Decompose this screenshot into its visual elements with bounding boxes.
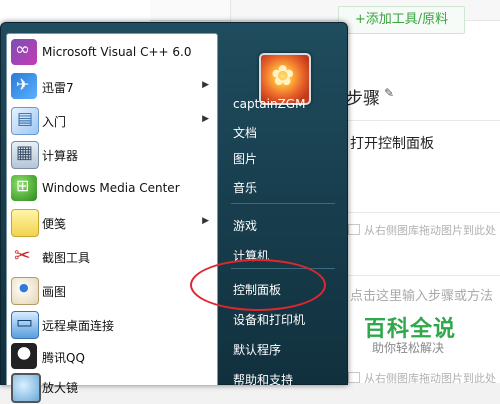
step-input-hint[interactable]: 点击这里输入步骤或方法 (350, 285, 493, 304)
right-item-help-support[interactable]: 帮助和支持 (225, 365, 339, 391)
image-drop-hint[interactable]: 从右侧图库拖动图片到此处 (348, 370, 496, 386)
editor-tab[interactable] (150, 0, 230, 21)
program-label: 远程桌面连接 (42, 319, 115, 333)
right-item-label: 文档 (233, 126, 258, 140)
user-name: captainZGM (233, 97, 306, 111)
step-text[interactable]: 打开控制面板 (350, 133, 434, 153)
program-label: Microsoft Visual C++ 6.0 (42, 45, 192, 59)
paint-icon (11, 277, 39, 305)
program-label: 便笺 (42, 217, 67, 231)
remote-desktop-icon (11, 311, 39, 339)
submenu-arrow-icon: ▶ (202, 216, 209, 226)
submenu-arrow-icon: ▶ (202, 114, 209, 124)
program-label: 迅雷7 (42, 81, 74, 95)
right-item-pictures[interactable]: 图片 (225, 144, 339, 170)
pencil-icon[interactable]: ✎ (384, 86, 394, 100)
snipping-tool-icon (11, 243, 37, 269)
right-item-documents[interactable]: 文档 (225, 118, 339, 144)
add-tool-material-button[interactable]: +添加工具/原料 (338, 6, 465, 34)
program-list: Microsoft Visual C++ 6.0 迅雷7 ▶ 入门 ▶ 计算器 … (6, 33, 218, 403)
program-label: 画图 (42, 285, 67, 299)
divider (340, 212, 500, 213)
program-item-sticky-notes[interactable]: 便笺 ▶ (7, 206, 217, 240)
user-name-link[interactable]: captainZGM (225, 91, 339, 117)
divider (340, 275, 500, 276)
program-item-snipping-tool[interactable]: 截图工具 (7, 240, 217, 274)
program-label: Windows Media Center (42, 181, 180, 195)
program-item-paint[interactable]: 画图 (7, 274, 217, 308)
program-item-media-center[interactable]: Windows Media Center (7, 172, 217, 206)
image-drop-hint-text: 从右侧图库拖动图片到此处 (364, 372, 496, 385)
thunder-icon (11, 73, 37, 99)
program-label: 计算器 (42, 149, 79, 163)
right-item-label: 帮助和支持 (233, 373, 294, 387)
program-label: 入门 (42, 115, 67, 129)
right-item-label: 图片 (233, 152, 258, 166)
image-placeholder-icon (348, 224, 360, 235)
brand-watermark-sub: 助你轻松解决 (372, 341, 445, 355)
right-item-games[interactable]: 游戏 (225, 211, 339, 237)
program-item-remote-desktop[interactable]: 远程桌面连接 (7, 308, 217, 342)
right-item-music[interactable]: 音乐 (225, 173, 339, 199)
program-item-thunder[interactable]: 迅雷7 ▶ (7, 70, 217, 104)
program-label: 腾讯QQ (42, 351, 85, 365)
sticky-notes-icon (11, 209, 39, 237)
calculator-icon (11, 141, 39, 169)
right-item-default-programs[interactable]: 默认程序 (225, 335, 339, 361)
divider (340, 120, 500, 121)
program-label: 放大镜 (42, 381, 79, 395)
program-item-getting-started[interactable]: 入门 ▶ (7, 104, 217, 138)
image-placeholder-icon (348, 372, 360, 383)
program-item-visual-cpp[interactable]: Microsoft Visual C++ 6.0 (7, 36, 217, 70)
right-item-label: 设备和打印机 (233, 313, 306, 327)
right-item-label: 音乐 (233, 181, 258, 195)
image-drop-hint[interactable]: 从右侧图库拖动图片到此处 (348, 222, 496, 238)
program-item-calculator[interactable]: 计算器 (7, 138, 217, 172)
section-title: 步骤 (346, 89, 380, 109)
image-drop-hint-text: 从右侧图库拖动图片到此处 (364, 224, 496, 237)
media-center-icon (11, 175, 37, 201)
program-item-magnifier[interactable]: 放大镜 (7, 370, 217, 404)
right-item-label: 游戏 (233, 219, 258, 233)
program-item-qq[interactable]: 腾讯QQ (7, 340, 217, 374)
magnifier-icon (11, 373, 41, 403)
right-item-label: 默认程序 (233, 343, 282, 357)
menu-separator (231, 203, 335, 204)
visual-cpp-icon (11, 39, 37, 65)
qq-icon (11, 343, 37, 369)
program-label: 截图工具 (42, 251, 91, 265)
highlight-ring (190, 259, 326, 311)
start-menu: Microsoft Visual C++ 6.0 迅雷7 ▶ 入门 ▶ 计算器 … (0, 22, 348, 403)
submenu-arrow-icon: ▶ (202, 80, 209, 90)
getting-started-icon (11, 107, 39, 135)
